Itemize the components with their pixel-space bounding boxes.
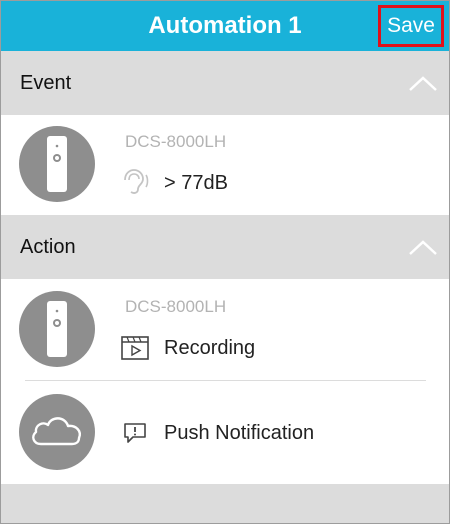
camera-avatar — [19, 126, 95, 202]
action-push-notification-text: Push Notification — [164, 422, 315, 444]
save-button[interactable]: Save — [378, 5, 444, 47]
ear-icon — [124, 169, 149, 194]
event-section-label: Event — [20, 72, 72, 94]
cloud-icon — [32, 417, 81, 446]
action-section-header[interactable]: Action — [1, 215, 449, 279]
divider — [25, 380, 426, 381]
cloud-avatar — [19, 394, 95, 470]
event-trigger-text: > 77dB — [164, 172, 228, 194]
action-device-name: DCS-8000LH — [125, 297, 227, 316]
action-recording-text: Recording — [164, 337, 256, 359]
camera-icon — [47, 136, 67, 192]
video-clip-icon — [121, 336, 149, 360]
event-device-name: DCS-8000LH — [125, 132, 227, 151]
bottom-bar — [1, 484, 449, 523]
chevron-up-icon[interactable] — [408, 71, 438, 95]
camera-avatar — [19, 291, 95, 367]
event-section-header[interactable]: Event — [1, 51, 449, 115]
camera-icon — [47, 301, 67, 357]
top-bar: Automation 1 Save — [1, 1, 449, 51]
app-frame: Automation 1 Save Event DCS-8000LH > 77d… — [0, 0, 450, 524]
chevron-up-icon[interactable] — [408, 235, 438, 259]
notification-icon — [124, 423, 146, 443]
action-section-label: Action — [20, 236, 76, 258]
